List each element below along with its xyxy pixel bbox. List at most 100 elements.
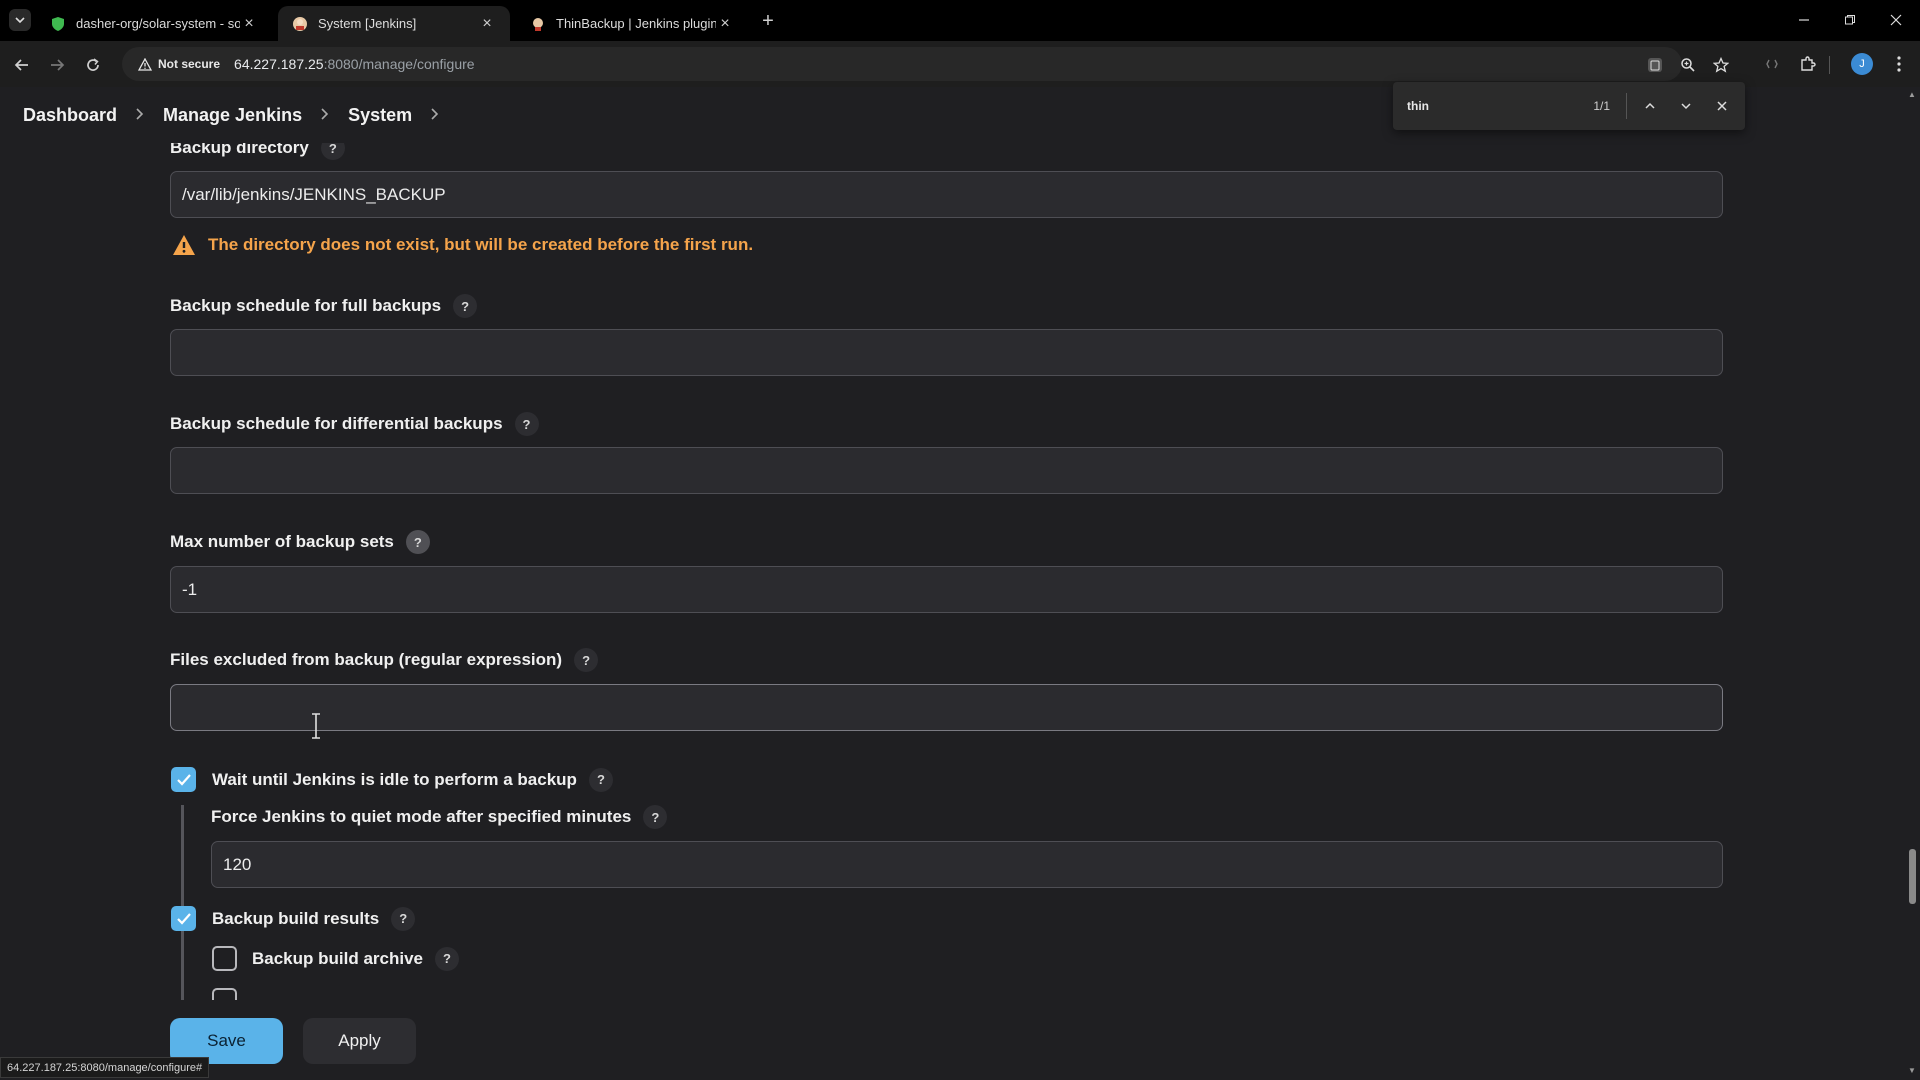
arrow-right-icon xyxy=(51,59,65,71)
full-schedule-input[interactable] xyxy=(170,329,1723,376)
find-divider xyxy=(1626,93,1627,119)
chevron-down-icon xyxy=(1681,103,1691,110)
help-icon[interactable]: ? xyxy=(405,530,430,554)
url-path: :8080/manage/configure xyxy=(323,56,475,72)
full-schedule-label: Backup schedule for full backups ? xyxy=(170,294,478,318)
browser-tab-thinbackup[interactable]: ThinBackup | Jenkins plugin × xyxy=(516,6,748,41)
wait-idle-checkbox[interactable] xyxy=(171,767,196,792)
page-scrollbar[interactable]: ▲ ▼ xyxy=(1904,87,1920,1080)
restore-button[interactable] xyxy=(1827,8,1873,32)
url-host: 64.227.187.25 xyxy=(234,56,324,72)
excluded-files-label: Files excluded from backup (regular expr… xyxy=(170,648,599,672)
zoom-button[interactable] xyxy=(1679,56,1697,74)
help-icon[interactable]: ? xyxy=(453,294,478,318)
address-bar[interactable]: Not secure 64.227.187.25:8080/manage/con… xyxy=(122,47,1729,81)
window-close-button[interactable] xyxy=(1873,8,1919,32)
checkmark-icon xyxy=(176,912,191,925)
profile-avatar[interactable]: J xyxy=(1851,53,1873,75)
apply-button[interactable]: Apply xyxy=(303,1018,416,1064)
reload-icon xyxy=(87,58,99,71)
page-translate-icon xyxy=(1648,58,1662,72)
arrow-left-icon xyxy=(14,59,28,71)
browser-tab-github[interactable]: dasher-org/solar-system - sola × xyxy=(36,6,272,41)
find-previous-button[interactable] xyxy=(1637,93,1663,119)
bookmark-button[interactable] xyxy=(1712,56,1730,74)
help-icon[interactable]: ? xyxy=(574,648,599,672)
close-icon[interactable]: × xyxy=(716,15,734,33)
star-icon xyxy=(1713,57,1729,73)
close-icon[interactable]: × xyxy=(240,15,258,33)
warning-triangle-icon xyxy=(138,57,152,71)
help-icon[interactable]: ? xyxy=(514,412,539,436)
find-input[interactable]: thin xyxy=(1407,99,1567,113)
jenkins-icon xyxy=(533,17,543,31)
tab-title: dasher-org/solar-system - sola xyxy=(76,16,240,31)
browser-tab-jenkins-system[interactable]: System [Jenkins] × xyxy=(278,6,510,41)
diff-schedule-input[interactable] xyxy=(170,447,1723,494)
checkmark-icon xyxy=(176,773,191,786)
help-icon[interactable]: ? xyxy=(643,805,668,829)
toolbar-divider xyxy=(1829,56,1830,74)
chevron-down-icon xyxy=(15,17,25,24)
max-sets-input[interactable] xyxy=(170,566,1723,613)
scrollbar-thumb[interactable] xyxy=(1909,849,1916,904)
new-tab-button[interactable]: + xyxy=(756,9,780,33)
force-quiet-label: Force Jenkins to quiet mode after specif… xyxy=(211,805,668,829)
browser-tab-bar: dasher-org/solar-system - sola × System … xyxy=(0,0,1920,41)
help-icon[interactable]: ? xyxy=(588,767,613,792)
chevron-right-icon[interactable] xyxy=(135,107,145,124)
reload-button[interactable] xyxy=(80,52,106,78)
breadcrumb-dashboard[interactable]: Dashboard xyxy=(23,105,117,126)
forward-button[interactable] xyxy=(44,52,70,78)
tab-title: ThinBackup | Jenkins plugin xyxy=(556,16,716,31)
warning-text: The directory does not exist, but will b… xyxy=(208,235,754,254)
restore-icon xyxy=(1845,15,1855,25)
find-close-button[interactable] xyxy=(1709,93,1735,119)
text-cursor-icon xyxy=(312,713,320,739)
minimize-button[interactable] xyxy=(1781,8,1827,32)
site-info-chip[interactable]: Not secure xyxy=(128,51,230,77)
url-text: 64.227.187.25:8080/manage/configure xyxy=(234,56,475,72)
extension-button[interactable] xyxy=(1761,53,1783,75)
kebab-menu-icon xyxy=(1897,56,1901,72)
excluded-files-input[interactable] xyxy=(170,684,1723,731)
diff-schedule-label: Backup schedule for differential backups… xyxy=(170,412,539,436)
force-quiet-minutes-input[interactable] xyxy=(211,841,1723,888)
help-icon[interactable]: ? xyxy=(435,946,459,971)
find-next-button[interactable] xyxy=(1673,93,1699,119)
chevron-right-icon[interactable] xyxy=(320,107,330,124)
find-in-page-bar: thin 1/1 xyxy=(1393,82,1745,130)
help-icon[interactable]: ? xyxy=(391,906,416,931)
tab-title: System [Jenkins] xyxy=(318,16,417,31)
puzzle-icon xyxy=(1801,56,1816,71)
find-match-count: 1/1 xyxy=(1593,99,1610,113)
nested-options-indent xyxy=(181,942,184,1000)
build-results-label: Backup build results ? xyxy=(212,906,416,931)
minimize-icon xyxy=(1799,19,1809,21)
extensions-menu-button[interactable] xyxy=(1797,53,1819,75)
scroll-up-arrow-icon[interactable]: ▲ xyxy=(1907,89,1917,99)
browser-menu-button[interactable] xyxy=(1888,53,1910,75)
back-button[interactable] xyxy=(9,52,35,78)
build-results-checkbox[interactable] xyxy=(171,906,196,931)
close-icon xyxy=(1890,14,1902,26)
breadcrumb-manage-jenkins[interactable]: Manage Jenkins xyxy=(163,105,302,126)
form-action-bar xyxy=(0,1000,1904,1080)
security-label: Not secure xyxy=(158,57,221,71)
backup-directory-input[interactable] xyxy=(170,171,1723,218)
translate-button[interactable] xyxy=(1646,56,1664,74)
jenkins-page: Dashboard Manage Jenkins System Backup d… xyxy=(0,87,1904,1080)
max-sets-label: Max number of backup sets ? xyxy=(170,530,430,554)
profile-initial: J xyxy=(1859,58,1865,70)
close-icon xyxy=(1717,101,1727,111)
jenkins-icon xyxy=(293,16,307,31)
tab-search-button[interactable] xyxy=(9,9,31,31)
github-shield-icon xyxy=(52,16,64,31)
build-archive-checkbox[interactable] xyxy=(212,946,237,971)
status-url-bubble: 64.227.187.25:8080/manage/configure# xyxy=(0,1057,210,1078)
close-icon[interactable]: × xyxy=(478,15,496,33)
chevron-right-icon[interactable] xyxy=(430,107,440,124)
breadcrumb-system[interactable]: System xyxy=(348,105,412,126)
chevron-up-icon xyxy=(1645,102,1655,109)
scroll-down-arrow-icon[interactable]: ▼ xyxy=(1907,1065,1917,1075)
